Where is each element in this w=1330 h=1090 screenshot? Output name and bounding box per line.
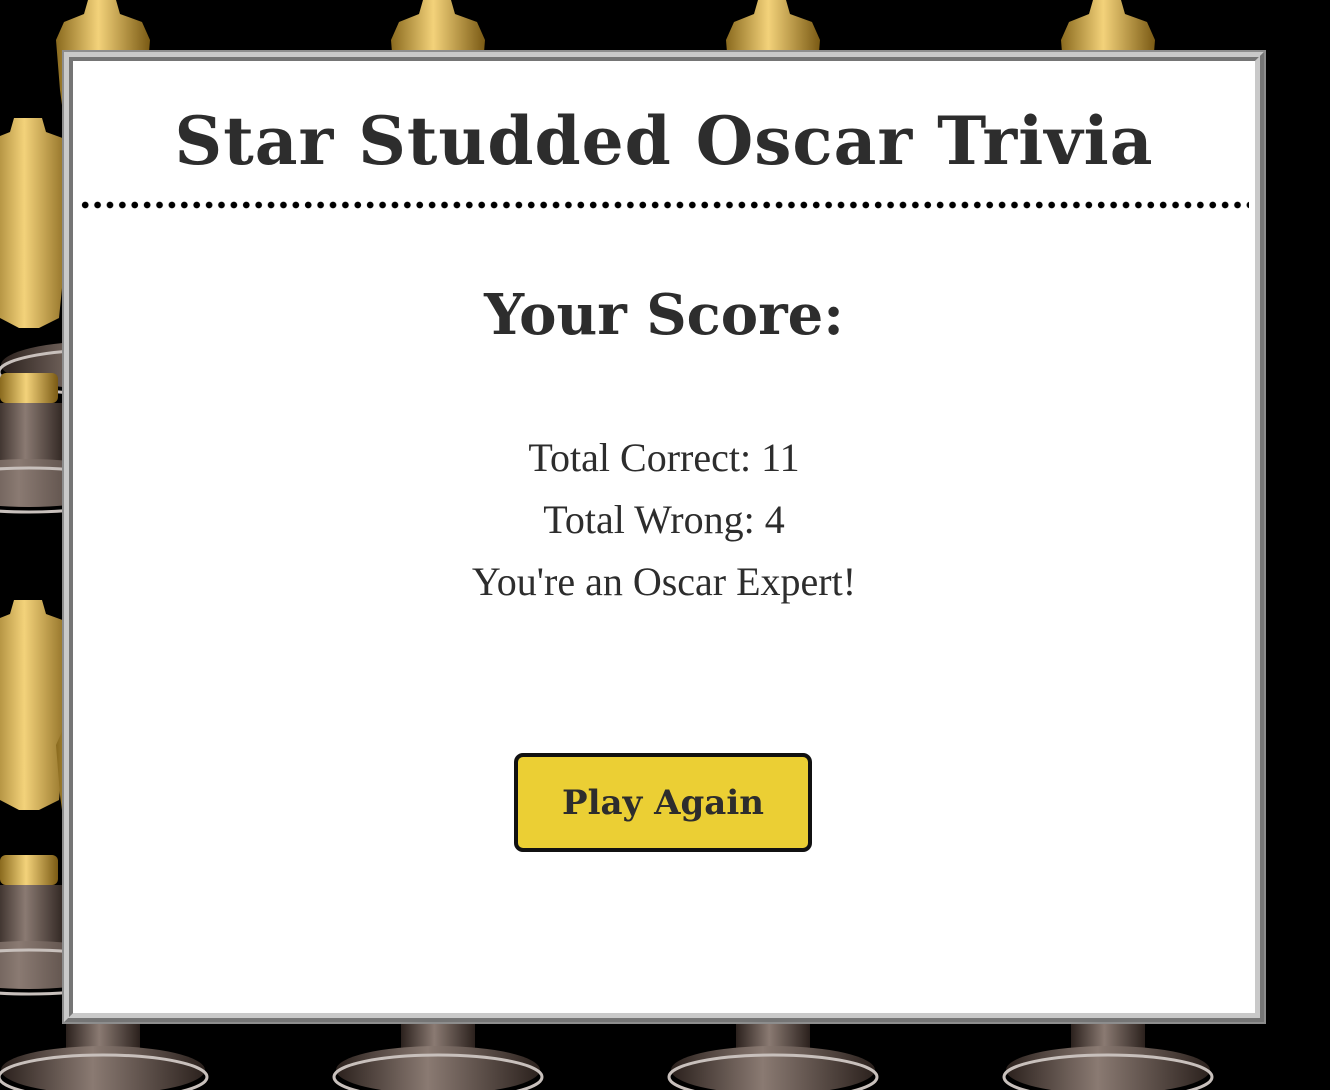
total-wrong-text: Total Wrong: 4 <box>543 497 785 542</box>
score-results: Total Correct: 11 Total Wrong: 4 You're … <box>73 427 1255 613</box>
score-heading: Your Score: <box>484 282 844 348</box>
rating-message: You're an Oscar Expert! <box>471 559 857 604</box>
trivia-card: Star Studded Oscar Trivia Your Score: To… <box>62 50 1266 1024</box>
play-again-button[interactable]: Play Again <box>514 753 812 852</box>
dotted-divider <box>79 200 1249 210</box>
page-title: Star Studded Oscar Trivia <box>174 102 1154 180</box>
total-correct-text: Total Correct: 11 <box>528 435 800 480</box>
